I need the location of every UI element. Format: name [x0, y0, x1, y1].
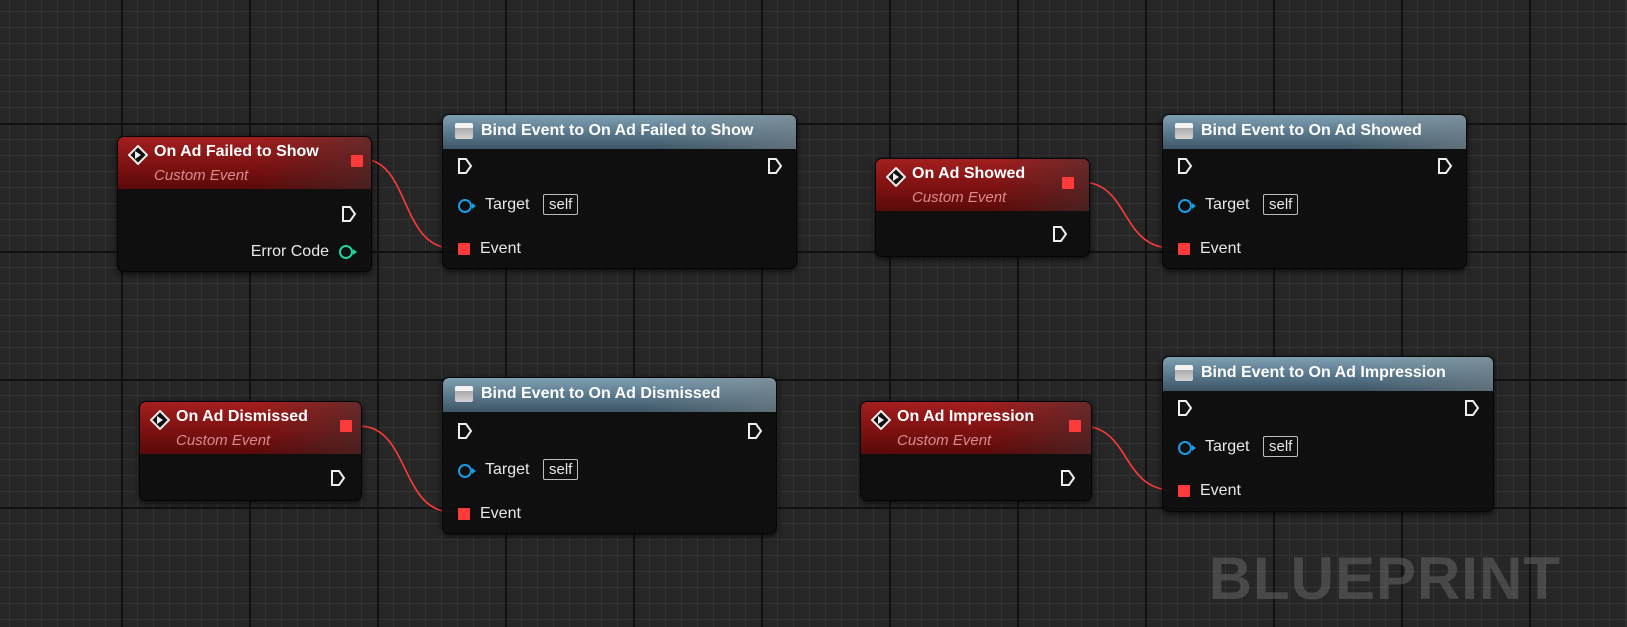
event-label: Event [480, 240, 521, 257]
function-icon [455, 123, 473, 139]
bind-title: Bind Event to On Ad Failed to Show [481, 122, 754, 139]
target-self-value[interactable]: self [543, 194, 579, 215]
target-input-pin[interactable] [458, 199, 476, 213]
delegate-output-pin[interactable] [340, 420, 352, 432]
event-node-showed[interactable]: On Ad Showed Custom Event [875, 158, 1090, 257]
delegate-output-pin[interactable] [1069, 420, 1081, 432]
event-subtitle: Custom Event [897, 432, 992, 449]
bind-title: Bind Event to On Ad Impression [1201, 364, 1446, 381]
exec-output-pin[interactable] [767, 157, 783, 175]
bind-node-dismissed[interactable]: Bind Event to On Ad Dismissed Target sel… [442, 377, 777, 534]
exec-input-pin[interactable] [457, 422, 473, 440]
custom-event-icon [128, 145, 148, 165]
event-node-header[interactable]: On Ad Impression Custom Event [861, 402, 1091, 454]
delegate-output-pin[interactable] [351, 155, 363, 167]
bind-node-header[interactable]: Bind Event to On Ad Dismissed [443, 378, 776, 412]
bind-node-header[interactable]: Bind Event to On Ad Showed [1163, 115, 1466, 149]
event-title: On Ad Failed to Show [154, 143, 319, 160]
event-input-pin[interactable] [1178, 243, 1190, 255]
exec-input-pin[interactable] [1177, 399, 1193, 417]
event-subtitle: Custom Event [176, 432, 271, 449]
delegate-output-pin[interactable] [1062, 177, 1074, 189]
target-label: Target [1205, 196, 1250, 213]
target-self-value[interactable]: self [1263, 436, 1299, 457]
event-node-dismissed[interactable]: On Ad Dismissed Custom Event [139, 401, 362, 501]
exec-input-pin[interactable] [457, 157, 473, 175]
event-label: Event [1200, 482, 1241, 499]
function-icon [1175, 365, 1193, 381]
target-label: Target [485, 196, 530, 213]
event-subtitle: Custom Event [912, 189, 1007, 206]
bind-node-failed-to-show[interactable]: Bind Event to On Ad Failed to Show Targe… [442, 114, 797, 269]
wire-impression [1081, 425, 1173, 491]
error-code-label: Error Code [250, 243, 329, 260]
event-title: On Ad Showed [912, 165, 1026, 182]
bind-node-header[interactable]: Bind Event to On Ad Failed to Show [443, 115, 796, 149]
blueprint-watermark: BLUEPRINT [1208, 545, 1561, 612]
event-subtitle: Custom Event [154, 167, 249, 184]
bind-title: Bind Event to On Ad Showed [1201, 122, 1422, 139]
exec-output-pin[interactable] [1052, 225, 1068, 243]
function-icon [1175, 123, 1193, 139]
exec-input-pin[interactable] [1177, 157, 1193, 175]
event-node-header[interactable]: On Ad Dismissed Custom Event [140, 402, 361, 454]
target-self-value[interactable]: self [1263, 194, 1299, 215]
wire-layer [358, 158, 1173, 513]
custom-event-icon [150, 410, 170, 430]
event-title: On Ad Dismissed [176, 408, 308, 425]
wire-showed [1080, 181, 1173, 249]
event-title: On Ad Impression [897, 408, 1035, 425]
exec-output-pin[interactable] [1437, 157, 1453, 175]
function-icon [455, 386, 473, 402]
custom-event-icon [871, 410, 891, 430]
target-input-pin[interactable] [458, 464, 476, 478]
event-node-failed-to-show[interactable]: On Ad Failed to Show Custom Event Error … [117, 136, 372, 272]
bind-node-showed[interactable]: Bind Event to On Ad Showed Target self E… [1162, 114, 1467, 269]
bind-title: Bind Event to On Ad Dismissed [481, 385, 721, 402]
target-input-pin[interactable] [1178, 199, 1196, 213]
exec-output-pin[interactable] [1060, 469, 1076, 487]
exec-output-pin[interactable] [1464, 399, 1480, 417]
target-self-value[interactable]: self [543, 459, 579, 480]
event-node-impression[interactable]: On Ad Impression Custom Event [860, 401, 1092, 501]
bind-node-impression[interactable]: Bind Event to On Ad Impression Target se… [1162, 356, 1494, 512]
target-input-pin[interactable] [1178, 441, 1196, 455]
error-code-output-pin[interactable] [339, 245, 357, 259]
custom-event-icon [886, 167, 906, 187]
wire-dismissed [358, 425, 453, 513]
wire-failed-to-show [361, 158, 453, 249]
exec-output-pin[interactable] [341, 205, 357, 223]
event-input-pin[interactable] [458, 243, 470, 255]
exec-output-pin[interactable] [747, 422, 763, 440]
target-label: Target [485, 461, 530, 478]
event-label: Event [480, 505, 521, 522]
event-node-header[interactable]: On Ad Showed Custom Event [876, 159, 1089, 211]
event-input-pin[interactable] [1178, 485, 1190, 497]
exec-output-pin[interactable] [330, 469, 346, 487]
event-label: Event [1200, 240, 1241, 257]
event-input-pin[interactable] [458, 508, 470, 520]
bind-node-header[interactable]: Bind Event to On Ad Impression [1163, 357, 1493, 391]
target-label: Target [1205, 438, 1250, 455]
event-node-header[interactable]: On Ad Failed to Show Custom Event [118, 137, 371, 189]
